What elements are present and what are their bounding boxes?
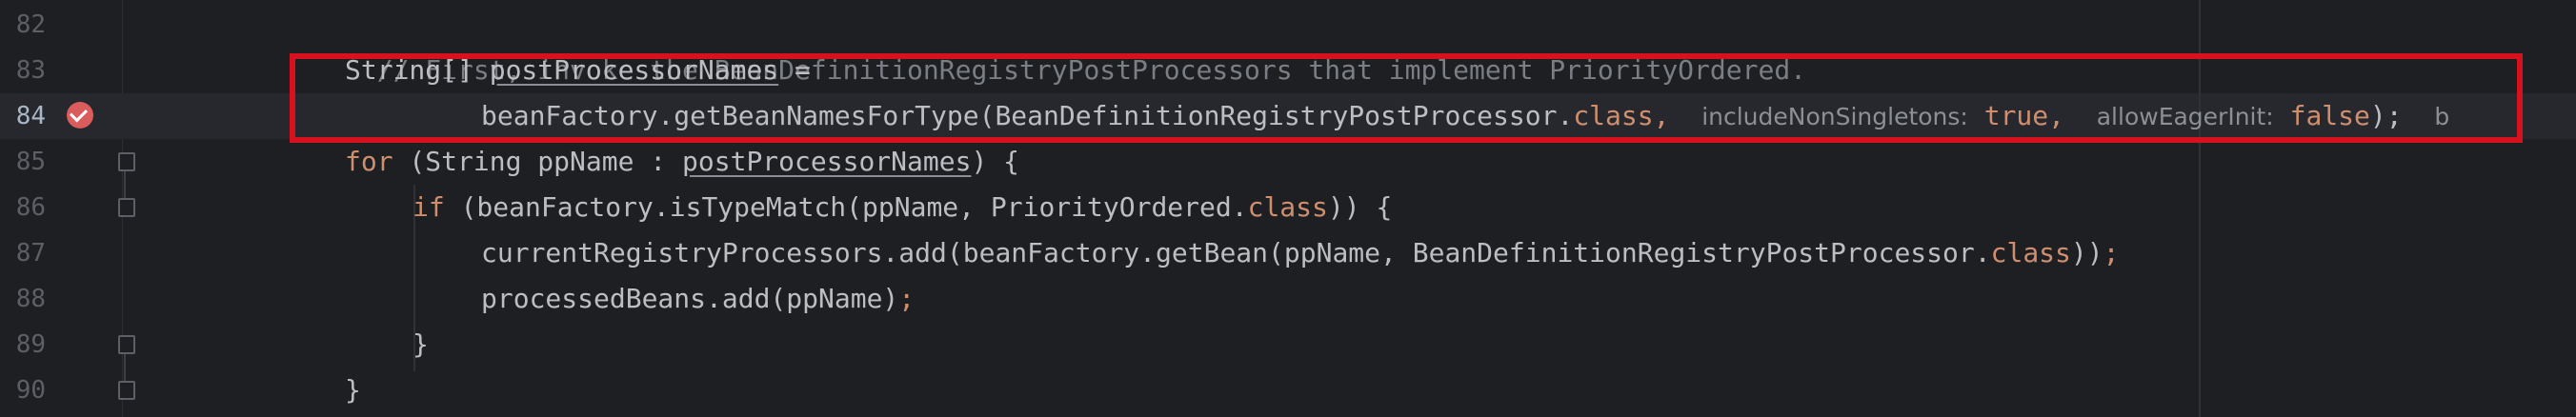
code-line-85[interactable]: for (String ppName : postProcessorNames)… — [345, 139, 1019, 185]
breakpoint-verified-icon[interactable] — [67, 102, 93, 129]
code-line-87[interactable]: currentRegistryProcessors.add(beanFactor… — [481, 230, 2119, 276]
code-line-90[interactable]: } — [345, 367, 361, 413]
line-number[interactable]: 85 — [0, 139, 46, 185]
checkmark-icon — [69, 104, 89, 123]
code-line-86[interactable]: if (beanFactory.isTypeMatch(ppName, Prio… — [413, 185, 1392, 230]
brace-open: ) { — [971, 146, 1020, 177]
annotation-highlight-box — [290, 53, 2523, 143]
keyword-if: if — [413, 191, 445, 223]
keyword-for: for — [345, 146, 393, 177]
code-line-88[interactable]: processedBeans.add(ppName); — [481, 276, 915, 322]
line-number[interactable]: 83 — [0, 48, 46, 93]
line-number-current[interactable]: 84 — [0, 93, 46, 139]
fold-marker-icon[interactable] — [118, 152, 135, 171]
code-line-89[interactable]: } — [413, 322, 429, 367]
brace-close: } — [413, 328, 429, 360]
if-condition: (beanFactory.isTypeMatch(ppName, Priorit… — [444, 191, 1248, 223]
line-number[interactable]: 82 — [0, 2, 46, 48]
line-number[interactable]: 86 — [0, 185, 46, 230]
semicolon: ; — [898, 283, 916, 314]
semicolon: ; — [2103, 237, 2120, 268]
variable-reference[interactable]: postProcessorNames — [682, 146, 971, 177]
brace-close: } — [345, 374, 361, 406]
line-number[interactable]: 90 — [0, 367, 46, 413]
keyword-class: class — [1990, 237, 2071, 268]
line-number[interactable]: 87 — [0, 230, 46, 276]
line-number[interactable]: 88 — [0, 276, 46, 322]
method-call: processedBeans.add(ppName) — [481, 283, 899, 314]
line-number[interactable]: 89 — [0, 322, 46, 367]
for-header: (String ppName : — [392, 146, 683, 177]
keyword-class: class — [1247, 191, 1328, 223]
method-call: currentRegistryProcessors.add(beanFactor… — [481, 237, 1991, 268]
fold-marker-icon[interactable] — [118, 335, 135, 354]
brace-open: )) { — [1327, 191, 1393, 223]
closing-parens: )) — [2070, 237, 2103, 268]
fold-marker-icon[interactable] — [118, 381, 135, 400]
fold-marker-icon[interactable] — [118, 198, 135, 217]
